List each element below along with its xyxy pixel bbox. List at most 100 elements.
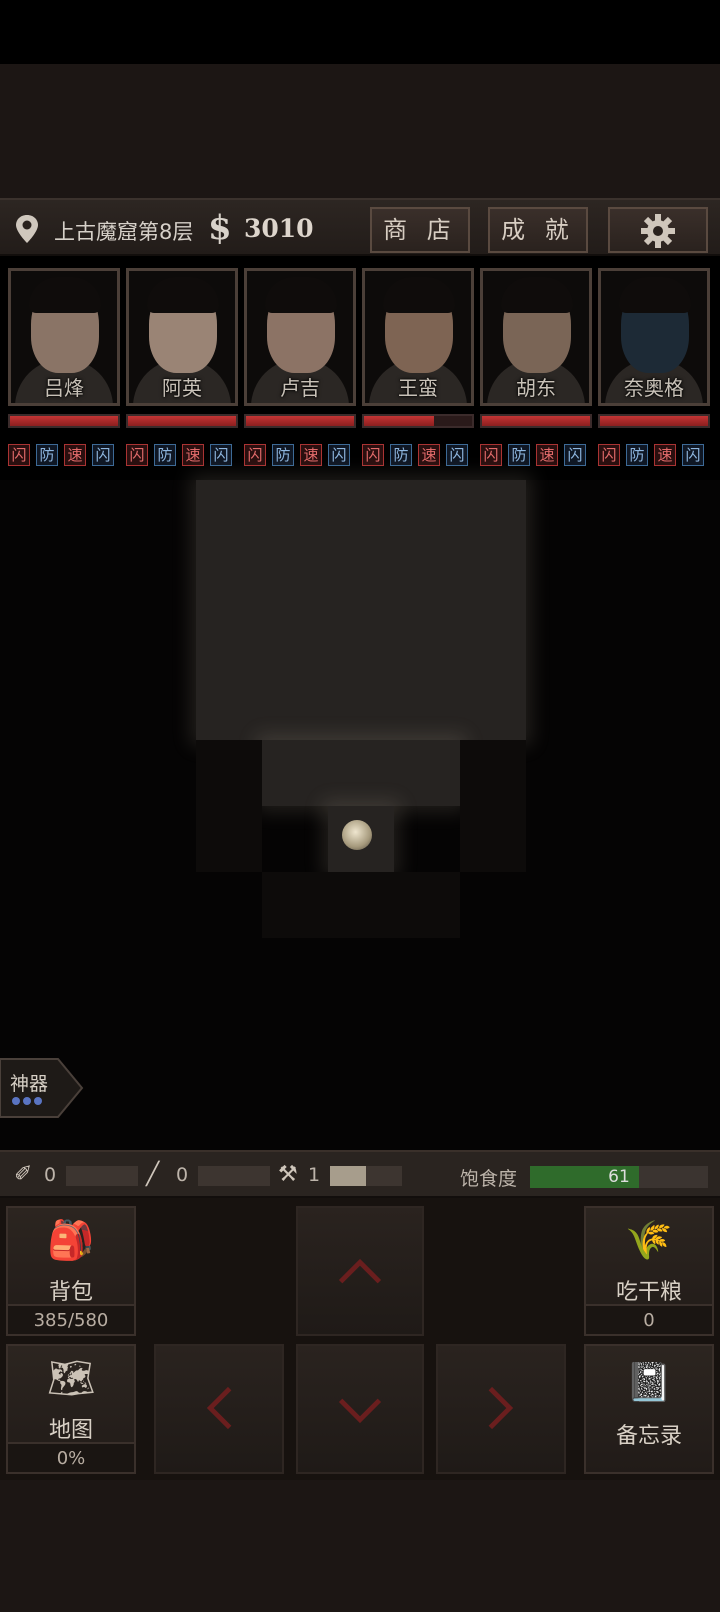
map-progress: 0% [8,1442,134,1472]
character-portrait: 吕烽 [8,268,120,406]
map-icon: 🗺 [46,1356,96,1400]
skill-tag: 闪 [244,444,266,466]
map-button[interactable]: 🗺 地图 0% [6,1344,136,1474]
health-bar [598,414,710,428]
artifact-indicator [12,1097,42,1105]
health-bar [480,414,592,428]
memo-label: 备忘录 [615,1424,682,1449]
health-fill [246,416,354,426]
skill-tags: 闪防速闪 [598,444,710,466]
move-left-button[interactable] [154,1344,284,1474]
memo-button[interactable]: 📓 备忘录 [584,1344,714,1474]
skill-tag: 闪 [362,444,384,466]
skill-tags: 闪防速闪 [480,444,592,466]
party-member-a-ying[interactable]: 阿英 闪防速闪 [126,268,238,472]
chevron-up-icon [338,1258,382,1284]
dungeon-wall-left [196,740,262,872]
dungeon-room-main [196,480,526,740]
character-name: 吕烽 [44,376,84,400]
skill-tag: 速 [64,444,86,466]
pick-counter: ╱ 0 [146,1162,270,1190]
torch-count: 0 [44,1164,57,1186]
dungeon-wall-right [460,740,526,872]
currency-icon: $ [208,208,232,248]
party-member-nai-ao-ge[interactable]: 奈奥格 闪防速闪 [598,268,710,472]
backpack-icon: 🎒 [47,1218,95,1262]
skill-tags: 闪防速闪 [8,444,120,466]
portrait-hair [619,277,691,313]
health-fill [10,416,118,426]
portrait-hair [265,277,337,313]
eat-ration-button[interactable]: 🌾 吃干粮 0 [584,1206,714,1336]
torch-icon: ✐ [14,1162,33,1187]
location-pin-icon [16,215,38,243]
move-right-button[interactable] [436,1344,566,1474]
dungeon-map[interactable] [0,480,720,1150]
skill-tag: 闪 [446,444,468,466]
character-name: 奈奥格 [624,376,684,400]
gold-amount: 3010 [244,214,314,243]
skill-tag: 防 [36,444,58,466]
party-member-hu-dong[interactable]: 胡东 闪防速闪 [480,268,592,472]
settings-button[interactable] [608,207,708,253]
shop-button[interactable]: 商 店 [370,207,470,253]
character-name: 卢吉 [280,376,320,400]
health-fill [364,416,435,426]
artifact-tab[interactable]: 神器 [0,1057,84,1119]
skill-tag: 速 [300,444,322,466]
gear-icon [641,214,675,248]
skill-tag: 速 [418,444,440,466]
skill-tag: 闪 [682,444,704,466]
party-member-lu-ji[interactable]: 卢吉 闪防速闪 [244,268,356,472]
control-panel: 🎒 背包 385/580 🌾 吃干粮 0 🗺 地图 0% 📓 备忘录 [0,1198,720,1480]
health-fill [600,416,708,426]
character-name: 胡东 [516,376,556,400]
notebook-icon: 📓 [625,1360,673,1404]
skill-tag: 防 [508,444,530,466]
party-member-wang-man[interactable]: 王蛮 闪防速闪 [362,268,474,472]
satiety-bar: 61 [530,1166,708,1188]
shovel-bar [330,1166,402,1186]
torch-bar [66,1166,138,1186]
portrait-hair [383,277,455,313]
skill-tag: 闪 [210,444,232,466]
shovel-count: 1 [308,1164,321,1186]
character-portrait: 阿英 [126,268,238,406]
skill-tag: 防 [626,444,648,466]
portrait-hair [147,277,219,313]
move-down-button[interactable] [296,1344,424,1474]
top-dark-band [0,64,720,198]
status-bar: ✐ 0 ╱ 0 ⚒ 1 饱食度 61 [0,1150,720,1198]
health-fill [128,416,236,426]
map-label: 地图 [48,1418,93,1443]
health-bar [244,414,356,428]
character-portrait: 王蛮 [362,268,474,406]
backpack-capacity: 385/580 [8,1304,134,1334]
achievements-button[interactable]: 成 就 [488,207,588,253]
dungeon-wall-bottom [262,872,460,938]
party-roster: 吕烽 闪防速闪 阿英 闪防速闪 卢吉 闪 防 速 闪 王蛮 闪 防 速 闪 胡东… [0,268,720,472]
skill-tag: 闪 [564,444,586,466]
artifact-label: 神器 [10,1073,49,1095]
eat-label: 吃干粮 [615,1280,682,1305]
backpack-button[interactable]: 🎒 背包 385/580 [6,1206,136,1336]
chevron-down-icon [338,1398,382,1424]
shovel-counter: ⚒ 1 [278,1162,402,1190]
character-portrait: 卢吉 [244,268,356,406]
skill-tag: 速 [654,444,676,466]
location-name: 上古魔窟第8层 [54,220,194,244]
header-bar: 上古魔窟第8层 $ 3010 商 店 成 就 [0,198,720,256]
health-bar [362,414,474,428]
pick-count: 0 [176,1164,189,1186]
move-up-button[interactable] [296,1206,424,1336]
satiety-value: 61 [608,1167,630,1187]
ration-count: 0 [586,1304,712,1334]
skill-tag: 速 [536,444,558,466]
party-member-luo-feng[interactable]: 吕烽 闪防速闪 [8,268,120,472]
skill-tag: 闪 [92,444,114,466]
pick-icon: ╱ [146,1162,160,1187]
bottom-dark-band [0,1480,720,1612]
backpack-label: 背包 [48,1280,93,1305]
skill-tag: 防 [154,444,176,466]
skill-tag: 闪 [480,444,502,466]
